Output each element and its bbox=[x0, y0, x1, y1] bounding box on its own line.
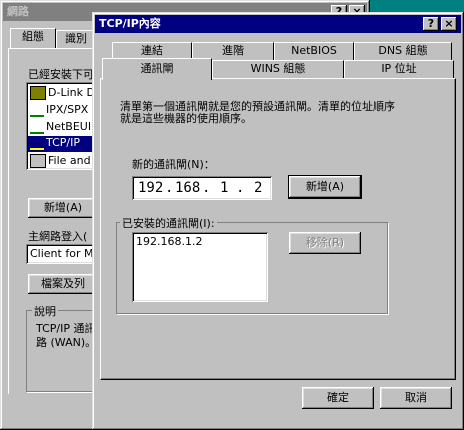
tab-config[interactable]: 組態 bbox=[10, 28, 56, 48]
ip-octet[interactable]: 2 bbox=[254, 180, 262, 196]
tab-identification[interactable]: 識別 bbox=[56, 30, 96, 48]
protocol-icon bbox=[30, 103, 44, 117]
close-icon[interactable]: × bbox=[441, 17, 457, 31]
cancel-button[interactable]: 取消 bbox=[380, 387, 452, 409]
network-window-title: 網路 bbox=[7, 5, 29, 18]
gateway-info-text: 就是這些機器的使用順序。 bbox=[120, 112, 252, 125]
description-label: 說明 bbox=[32, 303, 58, 319]
ip-octet[interactable]: 168 bbox=[175, 180, 200, 196]
components-list[interactable]: D-Link D IPX/SPX NetBEUI TCP/IP File and… bbox=[26, 82, 96, 170]
list-item[interactable]: File and p bbox=[30, 154, 96, 168]
tcpip-dialog-title: TCP/IP內容 bbox=[99, 17, 161, 30]
protocol-icon bbox=[30, 136, 44, 150]
ip-octet[interactable]: 1 bbox=[220, 180, 228, 196]
service-icon bbox=[30, 154, 46, 168]
ip-separator: . bbox=[202, 180, 211, 196]
installed-gateways-list[interactable]: 192.168.1.2 bbox=[132, 232, 268, 302]
file-print-sharing-button[interactable]: 檔案及列 bbox=[28, 274, 98, 294]
tab-dns-config[interactable]: DNS 組態 bbox=[354, 42, 452, 60]
list-item[interactable]: 192.168.1.2 bbox=[136, 235, 202, 248]
protocol-icon bbox=[30, 120, 44, 134]
add-gateway-button[interactable]: 新增(A) bbox=[288, 175, 362, 199]
ip-separator: . bbox=[165, 180, 174, 196]
installed-components-label: 已經安裝下可 bbox=[28, 68, 94, 81]
ok-button[interactable]: 確定 bbox=[302, 387, 374, 409]
tab-wins-config[interactable]: WINS 組態 bbox=[212, 60, 344, 78]
new-gateway-label: 新的通訊閘(N)： bbox=[132, 158, 215, 171]
primary-logon-label: 主網路登入( bbox=[28, 230, 88, 243]
ip-separator: . bbox=[236, 180, 245, 196]
network-adapter-icon bbox=[30, 86, 46, 100]
help-icon[interactable]: ? bbox=[423, 17, 439, 31]
tab-gateway[interactable]: 通訊閘 bbox=[102, 58, 212, 80]
ip-octet[interactable]: 192 bbox=[138, 180, 163, 196]
list-item[interactable]: NetBEUI bbox=[30, 120, 91, 134]
list-item[interactable]: D-Link D bbox=[30, 86, 95, 100]
tab-ip-address[interactable]: IP 位址 bbox=[344, 60, 454, 78]
new-gateway-ip-input[interactable]: 192 . 168 . 1 . 2 bbox=[132, 176, 272, 200]
installed-gateways-label: 已安裝的通訊閘(I): bbox=[120, 215, 217, 231]
tcpip-properties-dialog: TCP/IP內容 ? × 連結 進階 NetBIOS DNS 組態 通訊閘 WI… bbox=[92, 12, 464, 430]
description-text: 路 (WAN)。 bbox=[36, 336, 97, 349]
add-component-button[interactable]: 新增(A) bbox=[28, 198, 98, 218]
tab-netbios[interactable]: NetBIOS bbox=[274, 42, 354, 60]
list-item[interactable]: IPX/SPX bbox=[30, 103, 88, 117]
list-item-selected[interactable]: TCP/IP bbox=[28, 136, 96, 152]
remove-gateway-button[interactable]: 移除(R) bbox=[289, 232, 361, 254]
tcpip-dialog-titlebar[interactable]: TCP/IP內容 ? × bbox=[95, 15, 461, 33]
primary-logon-select[interactable]: Client for Mi bbox=[26, 244, 97, 264]
